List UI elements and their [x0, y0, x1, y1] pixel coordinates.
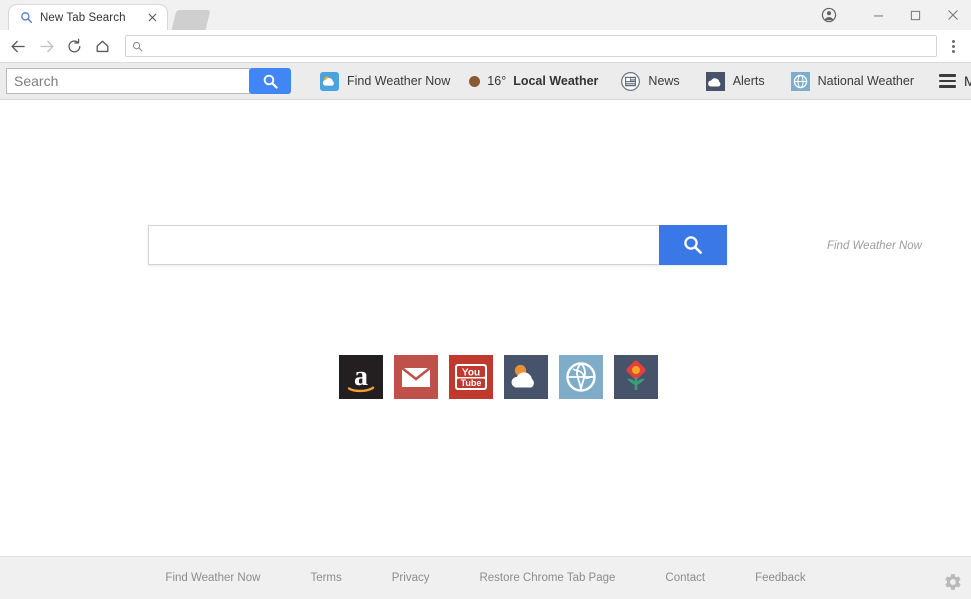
toolbar-link-label: National Weather [817, 74, 914, 88]
mail-icon [401, 366, 431, 387]
tab-strip: New Tab Search [0, 0, 211, 30]
toolbar-link-local-weather[interactable]: 16° Local Weather [463, 63, 608, 100]
toolbar-link-national-weather[interactable]: National Weather [778, 63, 927, 100]
amazon-icon: a [347, 361, 375, 393]
toolbar-link-label: News [648, 74, 680, 88]
shortcut-tile-globe[interactable] [559, 355, 603, 399]
shortcut-tile-youtube[interactable]: You Tube [449, 355, 493, 399]
maximize-icon[interactable] [897, 0, 934, 30]
page-brand-mark: Find Weather Now [826, 240, 922, 252]
partly-cloudy-icon [320, 71, 339, 91]
footer-link-restore-chrome-tab-page[interactable]: Restore Chrome Tab Page [454, 572, 640, 584]
close-icon[interactable] [145, 11, 159, 25]
footer-link-terms[interactable]: Terms [285, 572, 366, 584]
arrow-forward-icon [32, 32, 60, 60]
home-icon[interactable] [88, 32, 116, 60]
browser-tab[interactable]: New Tab Search [8, 4, 168, 30]
browser-navbar [0, 30, 971, 63]
search-icon [263, 74, 278, 89]
page-footer: Find Weather Now Terms Privacy Restore C… [0, 556, 971, 599]
address-bar[interactable] [125, 35, 937, 57]
main-search-button[interactable] [659, 225, 727, 265]
toolbar-search [6, 68, 291, 94]
arrow-back-icon[interactable] [4, 32, 32, 60]
shortcut-tile-amazon[interactable]: a [339, 355, 383, 399]
search-input[interactable] [6, 68, 250, 94]
svg-text:You: You [462, 368, 480, 379]
search-icon [684, 236, 702, 254]
inactive-tab-placeholder[interactable] [171, 10, 211, 30]
toolbar-link-label: Alerts [732, 74, 765, 88]
three-dot-menu-icon[interactable] [941, 32, 965, 60]
newspaper-icon [621, 71, 641, 91]
globe-icon [566, 362, 596, 392]
toolbar-link-label: Find Weather Now [347, 74, 451, 88]
toolbar-menu-button[interactable]: Menu [927, 63, 971, 100]
footer-link-contact[interactable]: Contact [640, 572, 730, 584]
partly-cloudy-icon [511, 364, 534, 388]
browser-titlebar: New Tab Search [0, 0, 971, 30]
cloud-alert-icon [705, 71, 725, 91]
tab-title: New Tab Search [40, 11, 126, 24]
toolbar-menu-label: Menu [964, 73, 971, 89]
extension-toolbar: Find Weather Now 16° Local Weather [0, 63, 971, 100]
main-search-input[interactable] [148, 225, 659, 265]
reload-icon[interactable] [60, 32, 88, 60]
search-button[interactable] [249, 68, 291, 94]
toolbar-link-alerts[interactable]: Alerts [693, 63, 778, 100]
weather-dot-icon [469, 75, 481, 87]
main-search [148, 225, 727, 265]
toolbar-link-find-weather-now[interactable]: Find Weather Now [307, 63, 463, 100]
globe-icon [790, 71, 810, 91]
toolbar-link-label: Local Weather [513, 74, 599, 88]
youtube-icon: You Tube [455, 364, 487, 390]
toolbar-link-news[interactable]: News [608, 63, 692, 100]
footer-link-feedback[interactable]: Feedback [730, 572, 831, 584]
browser-window: New Tab Search Search Find Weather Now 1… [0, 0, 971, 599]
search-icon [132, 41, 143, 52]
gear-icon[interactable] [939, 569, 965, 595]
page-content: Find Weather Now a You Tube Find Weather… [0, 100, 971, 599]
svg-text:a: a [354, 361, 368, 392]
local-weather-temperature: 16° [487, 74, 507, 88]
svg-text:Tube: Tube [461, 378, 482, 388]
shortcut-tile-flower[interactable] [614, 355, 658, 399]
close-icon[interactable] [934, 0, 971, 30]
shortcut-tile-weather[interactable] [504, 355, 548, 399]
shortcut-tiles: a You Tube [339, 355, 658, 399]
hamburger-menu-icon [939, 74, 956, 88]
shortcut-tile-mail[interactable] [394, 355, 438, 399]
footer-link-find-weather-now[interactable]: Find Weather Now [140, 572, 285, 584]
toolbar-links: Find Weather Now 16° Local Weather News … [291, 63, 927, 100]
minimize-icon[interactable] [860, 0, 897, 30]
search-icon [20, 11, 33, 24]
window-controls [810, 0, 971, 30]
footer-link-privacy[interactable]: Privacy [367, 572, 455, 584]
flower-icon [626, 360, 646, 390]
account-circle-icon[interactable] [810, 0, 848, 30]
